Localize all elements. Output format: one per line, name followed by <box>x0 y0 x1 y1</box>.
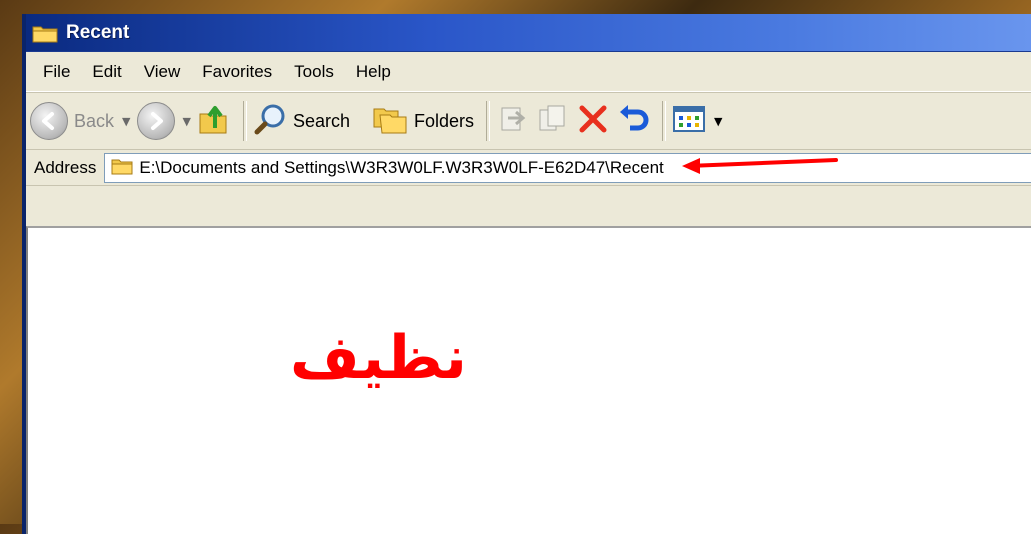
menu-view[interactable]: View <box>133 62 192 82</box>
back-label: Back <box>74 110 115 131</box>
undo-icon <box>616 102 650 140</box>
back-dropdown-icon[interactable]: ▼ <box>122 115 130 128</box>
folder-icon <box>111 157 133 179</box>
folders-label: Folders <box>414 110 475 131</box>
toolbar-separator <box>242 101 247 141</box>
address-value: E:\Documents and Settings\W3R3W0LF.W3R3W… <box>139 157 664 177</box>
toolbar-separator <box>486 101 491 141</box>
folder-icon <box>32 23 58 43</box>
views-dropdown-icon[interactable]: ▼ <box>714 115 722 128</box>
menu-edit[interactable]: Edit <box>81 62 132 82</box>
up-button[interactable] <box>197 102 231 140</box>
window-title: Recent <box>66 21 130 43</box>
address-label: Address <box>34 157 97 177</box>
menu-file[interactable]: File <box>32 62 81 82</box>
up-icon <box>197 102 231 140</box>
search-button[interactable]: Search <box>253 102 350 140</box>
explorer-window: Recent File Edit View Favorites Tools He… <box>22 14 1031 534</box>
annotation-text: نظيف <box>290 323 467 393</box>
search-icon <box>253 102 287 140</box>
file-list-area[interactable]: نظيف <box>26 226 1031 534</box>
forward-button[interactable]: ▼ <box>136 102 191 140</box>
delete-button[interactable] <box>576 102 610 140</box>
folders-button[interactable]: Folders <box>372 103 474 139</box>
folders-icon <box>372 103 408 139</box>
copy-to-icon <box>536 102 570 140</box>
menu-help[interactable]: Help <box>345 62 402 82</box>
back-icon <box>30 102 68 140</box>
back-button[interactable]: Back ▼ <box>30 102 131 140</box>
views-icon <box>672 104 706 138</box>
forward-icon <box>136 102 175 140</box>
standard-toolbar: Back ▼ ▼ Search Folders ▼ <box>26 92 1031 150</box>
move-to-icon <box>496 102 530 140</box>
delete-icon <box>576 102 610 140</box>
views-button[interactable]: ▼ <box>672 104 723 138</box>
address-input[interactable]: E:\Documents and Settings\W3R3W0LF.W3R3W… <box>104 152 1031 183</box>
menu-favorites[interactable]: Favorites <box>191 62 283 82</box>
copy-to-button[interactable] <box>536 102 570 140</box>
move-to-button[interactable] <box>496 102 530 140</box>
red-arrow-annotation <box>680 154 840 182</box>
toolbar-separator <box>662 101 667 141</box>
search-label: Search <box>292 110 351 131</box>
address-bar: Address E:\Documents and Settings\W3R3W0… <box>26 150 1031 186</box>
forward-dropdown-icon[interactable]: ▼ <box>183 115 191 128</box>
menu-bar: File Edit View Favorites Tools Help <box>26 52 1031 92</box>
menu-tools[interactable]: Tools <box>283 62 345 82</box>
undo-button[interactable] <box>616 102 650 140</box>
title-bar[interactable]: Recent <box>26 14 1031 52</box>
